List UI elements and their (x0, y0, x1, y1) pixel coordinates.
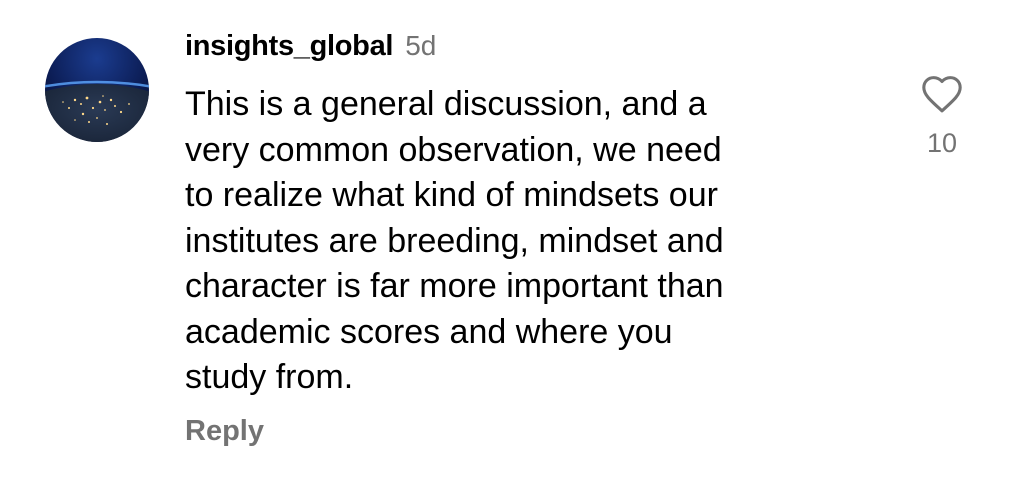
timestamp: 5d (405, 30, 437, 61)
like-button[interactable]: 10 (914, 74, 970, 159)
comment-text-line: This is a general discussion, and a (185, 85, 707, 123)
heart-outline-icon[interactable] (920, 74, 964, 114)
avatar[interactable] (45, 38, 149, 142)
comment-text-line: very common observation, we need (185, 130, 722, 169)
comment-body: insights_global 5d This is a general dis… (185, 30, 885, 448)
comment-text-line: academic scores and where you (185, 312, 673, 351)
comment-text-line: institutes are breeding, mindset and (185, 221, 724, 260)
comment-item: insights_global 5d This is a general dis… (0, 0, 1024, 480)
reply-button[interactable]: Reply (185, 415, 264, 448)
username-link[interactable]: insights_global (185, 30, 393, 63)
comment-text-line: character is far more important than (185, 267, 724, 305)
earth-from-space-avatar-icon (45, 38, 149, 142)
comment-text-line: study from. (185, 358, 354, 396)
like-count: 10 (926, 128, 958, 158)
comment-header: insights_global 5d (185, 30, 885, 78)
comment-text: This is a general discussion, and a very… (185, 82, 875, 401)
comment-text-line: to realize what kind of mindsets our (185, 176, 718, 214)
